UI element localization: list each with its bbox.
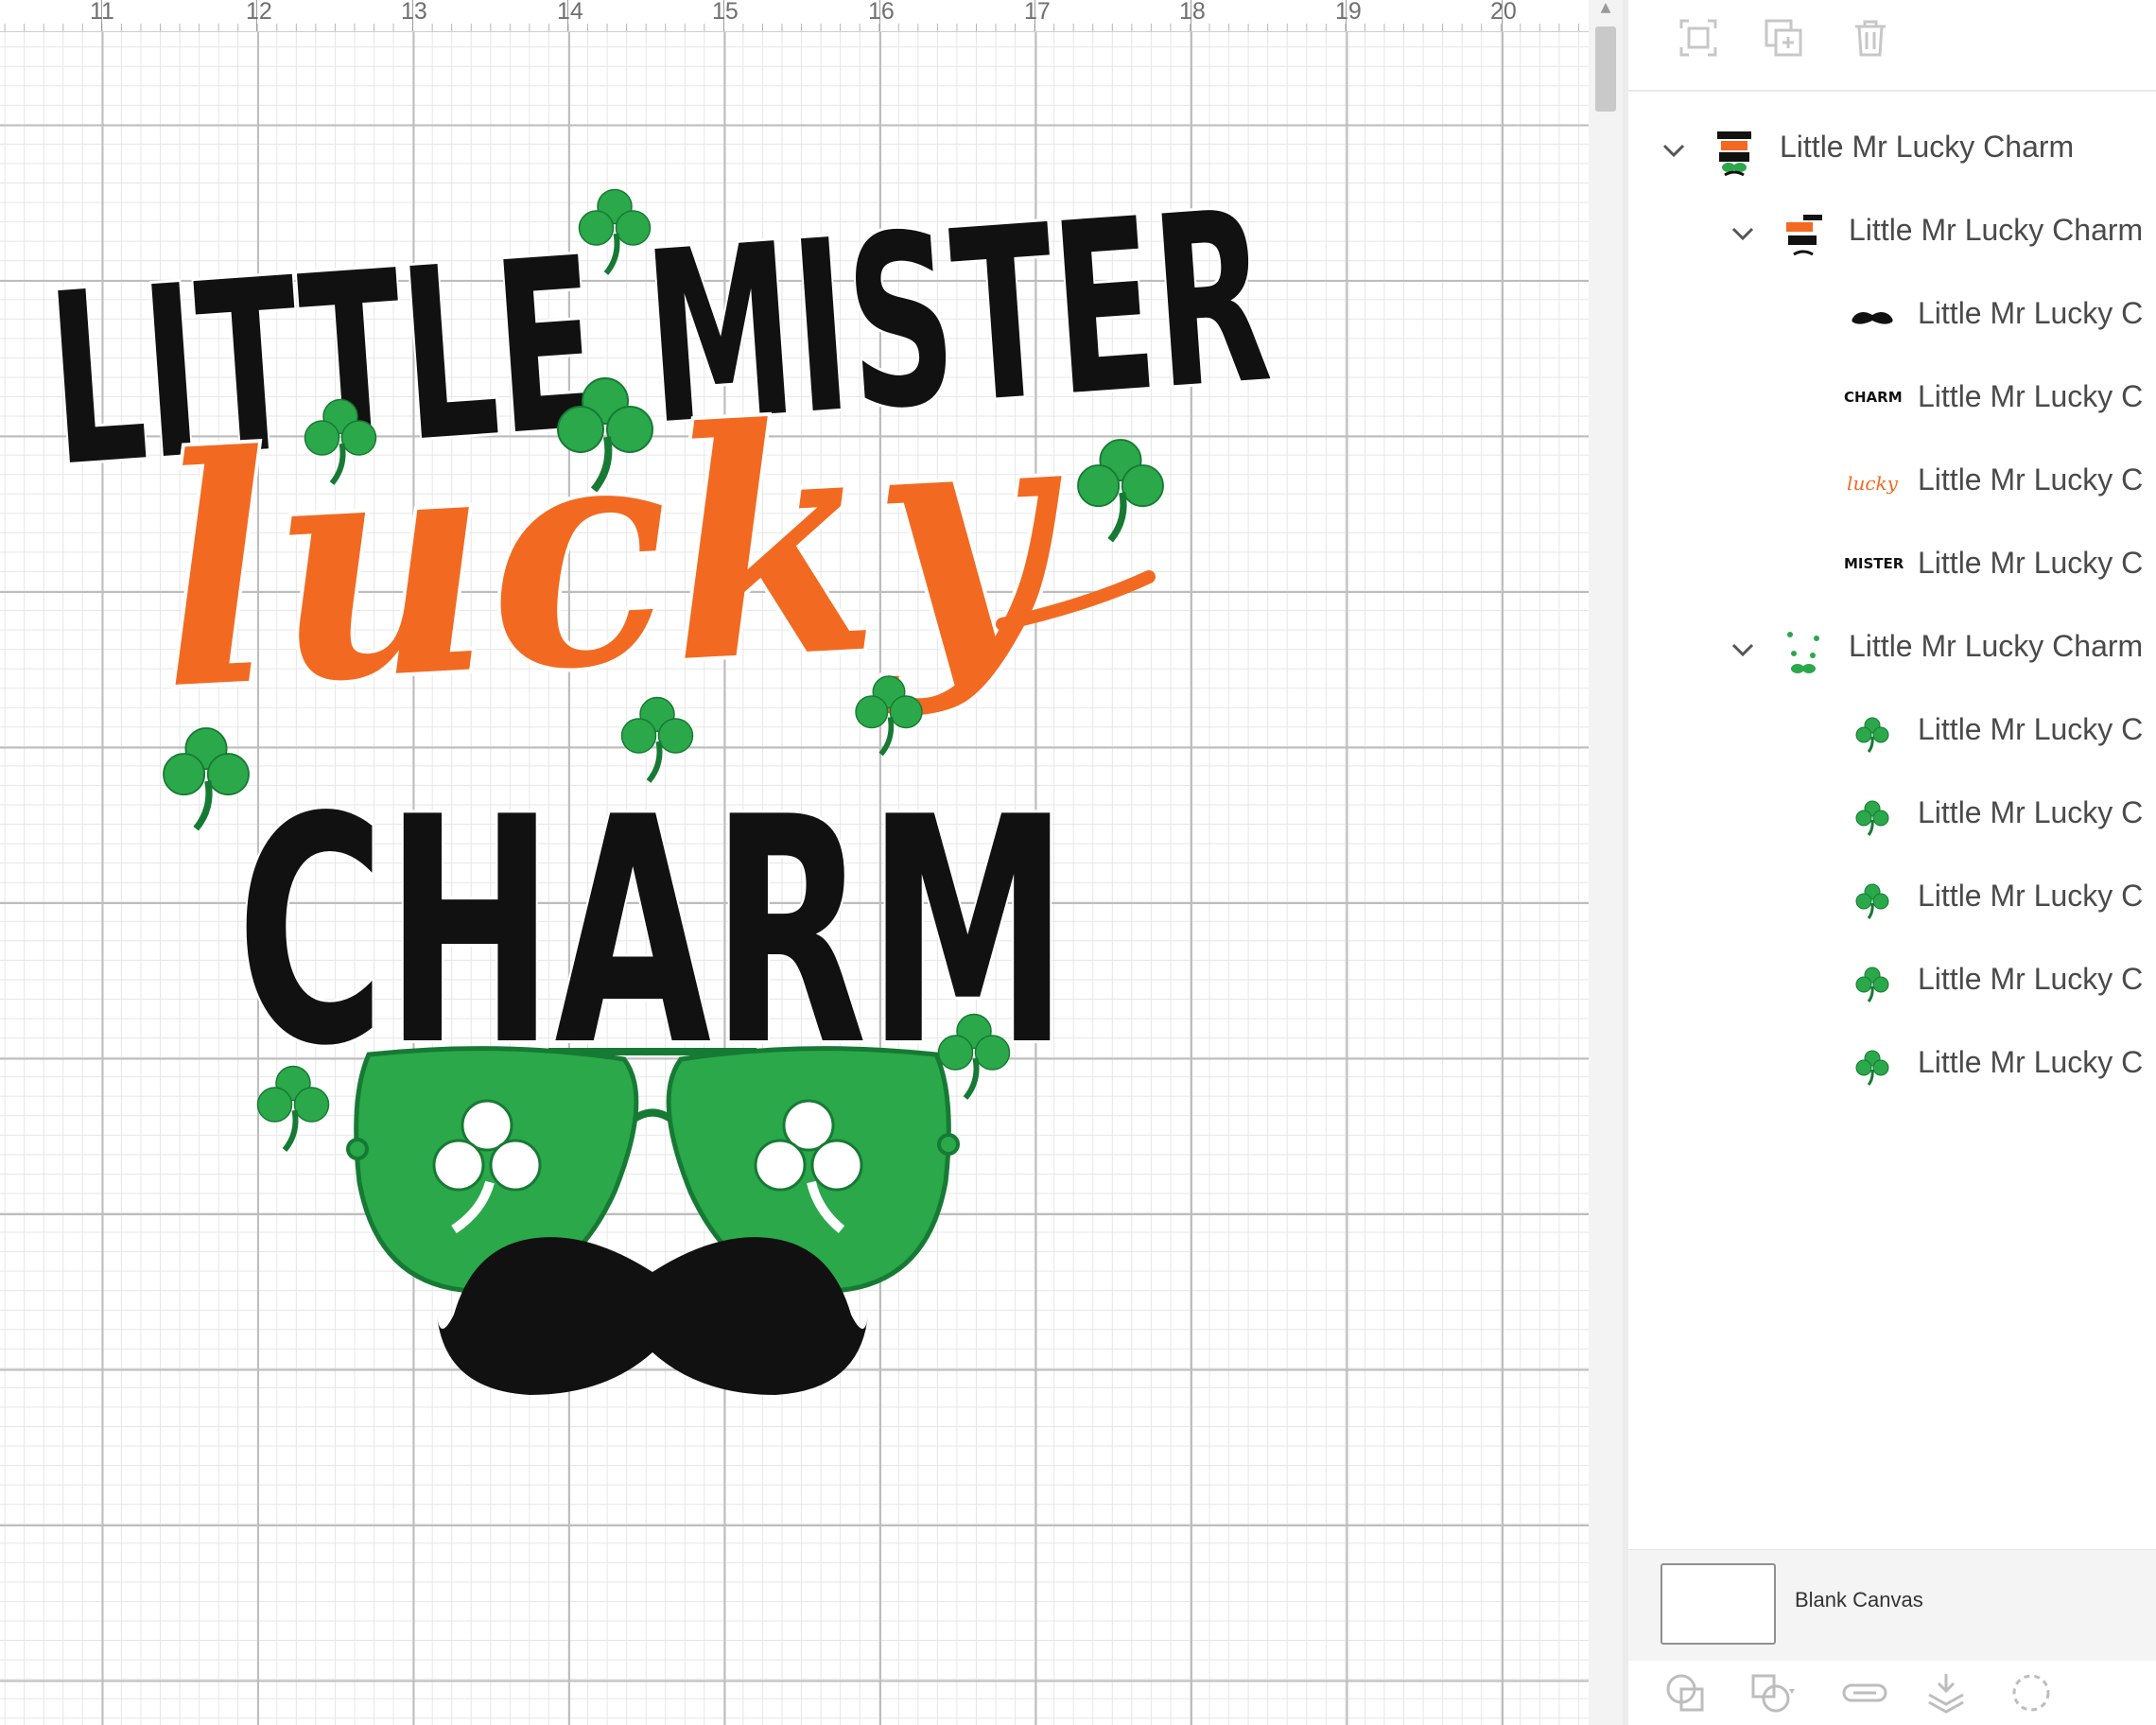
- shamrock-thumb: [1844, 708, 1901, 761]
- layer-name: Little Mr Lucky C: [1918, 795, 2144, 829]
- layer-name: Little Mr Lucky Charm: [1780, 130, 2075, 164]
- attach-icon[interactable]: [1840, 1670, 1889, 1716]
- duplicate-icon[interactable]: [1763, 17, 1804, 59]
- scroll-thumb[interactable]: [1595, 26, 1616, 112]
- chevron-down-icon[interactable]: [1660, 137, 1687, 164]
- layer-thumb-text: MISTER: [1844, 555, 1904, 572]
- layer-name: Little Mr Lucky C: [1918, 546, 2144, 580]
- layer-row[interactable]: Little Mr Lucky C: [1628, 941, 2156, 1036]
- blank-canvas-swatch[interactable]: [1660, 1563, 1776, 1645]
- slice-icon[interactable]: [1662, 1670, 1712, 1716]
- layer-row[interactable]: CHARM Little Mr Lucky C: [1628, 358, 2156, 453]
- layer-name: Little Mr Lucky C: [1918, 296, 2144, 330]
- layer-thumb-text: CHARM: [1844, 389, 1903, 406]
- layer-name: Little Mr Lucky Charm: [1849, 629, 2144, 663]
- charm-thumb: CHARM: [1844, 375, 1903, 428]
- group-icon[interactable]: [1678, 17, 1719, 59]
- layer-row[interactable]: MISTER Little Mr Lucky C: [1628, 525, 2156, 619]
- layer-row[interactable]: Little Mr Lucky Charm: [1628, 109, 2156, 203]
- mustache-thumb: [1844, 292, 1901, 345]
- layer-name: Little Mr Lucky C: [1918, 379, 2144, 413]
- full-design-thumb: [1706, 126, 1763, 179]
- layer-name: Little Mr Lucky C: [1918, 712, 2144, 746]
- lucky-thumb: lucky: [1844, 459, 1901, 512]
- chevron-down-icon[interactable]: [1730, 220, 1756, 247]
- layer-actions-toolbar: [1628, 1661, 2156, 1725]
- layer-name: Little Mr Lucky C: [1918, 462, 2144, 497]
- layer-row[interactable]: Little Mr Lucky Charm: [1628, 192, 2156, 287]
- contour-icon[interactable]: [2007, 1670, 2056, 1716]
- shamrock-thumb: [1844, 875, 1901, 928]
- layer-row[interactable]: Little Mr Lucky C: [1628, 691, 2156, 786]
- blank-canvas-row[interactable]: Blank Canvas: [1628, 1549, 2156, 1662]
- layer-row[interactable]: lucky Little Mr Lucky C: [1628, 442, 2156, 536]
- layer-name: Little Mr Lucky C: [1918, 879, 2144, 913]
- layer-row[interactable]: Little Mr Lucky C: [1628, 1024, 2156, 1119]
- mustache[interactable]: [437, 1237, 868, 1395]
- layer-row[interactable]: Little Mr Lucky C: [1628, 775, 2156, 869]
- layer-name: Little Mr Lucky C: [1918, 962, 2144, 996]
- shamrock-thumb: [1844, 1041, 1901, 1094]
- lucky-charm-design[interactable]: LITTLE MISTER CHARM lucky: [0, 0, 1589, 1725]
- lucky-text[interactable]: lucky: [147, 341, 1156, 762]
- design-canvas[interactable]: 11 12 13 14 15 16 17 18 19 20 LITTLE MIS…: [0, 0, 1589, 1725]
- combine-icon[interactable]: [1747, 1670, 1797, 1716]
- layers-toolbar: [1628, 0, 2156, 92]
- layer-row[interactable]: Little Mr Lucky C: [1628, 275, 2156, 370]
- shamrock-group-thumb: [1775, 625, 1832, 678]
- canvas-vertical-scrollbar[interactable]: ▲: [1589, 0, 1623, 1725]
- flatten-icon[interactable]: [1921, 1670, 1971, 1716]
- shamrock-thumb: [1844, 792, 1901, 845]
- layer-thumb-text: lucky: [1847, 472, 1898, 495]
- layer-name: Little Mr Lucky C: [1918, 1045, 2144, 1079]
- scroll-up-arrow-icon[interactable]: ▲: [1589, 0, 1623, 19]
- delete-icon[interactable]: [1850, 17, 1891, 59]
- chevron-down-icon[interactable]: [1730, 636, 1756, 663]
- layer-name: Little Mr Lucky Charm: [1849, 213, 2144, 247]
- shamrock-thumb: [1844, 958, 1901, 1011]
- layer-row[interactable]: Little Mr Lucky C: [1628, 858, 2156, 952]
- blank-canvas-label: Blank Canvas: [1795, 1588, 1923, 1612]
- layers-panel: Little Mr Lucky Charm Little Mr Lucky Cha…: [1623, 0, 2156, 1725]
- mister-thumb: MISTER: [1844, 542, 1904, 595]
- text-group-thumb: [1775, 209, 1832, 262]
- layer-row[interactable]: Little Mr Lucky Charm: [1628, 608, 2156, 703]
